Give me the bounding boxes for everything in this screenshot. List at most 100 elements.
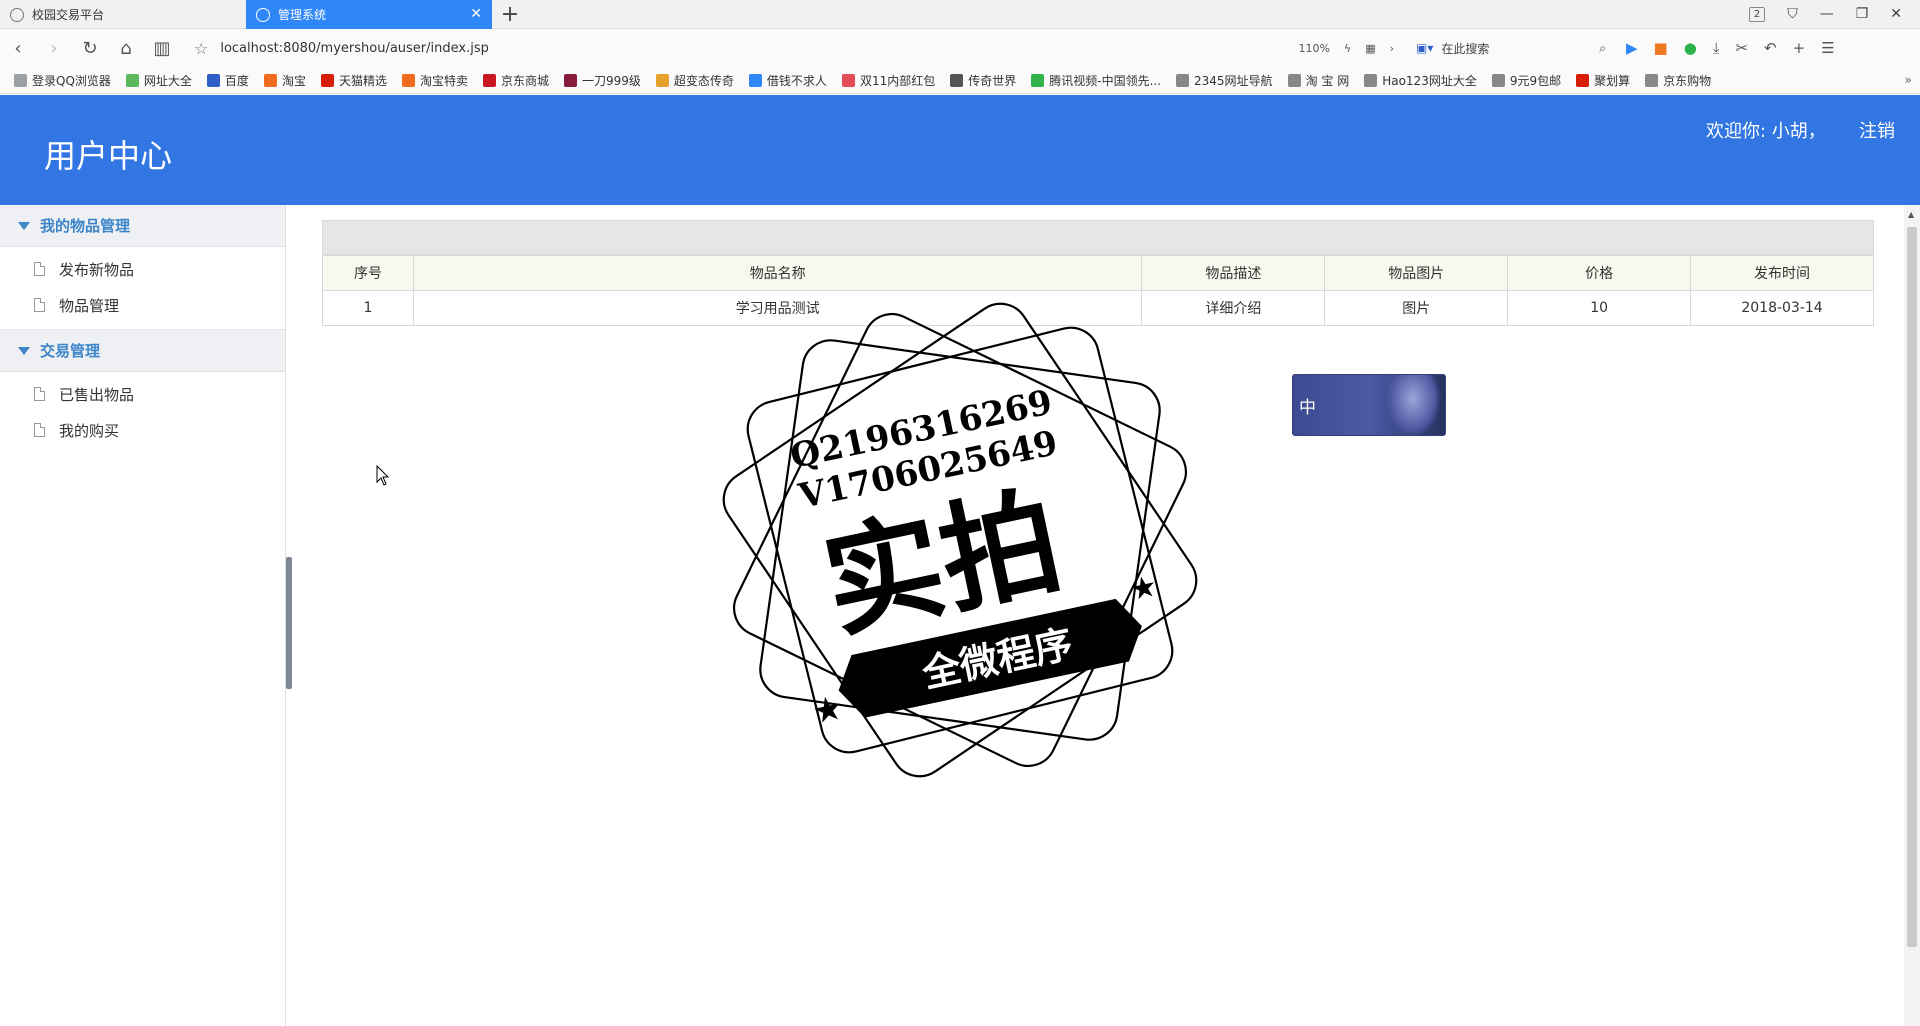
bookmark-item[interactable]: 借钱不求人 — [748, 72, 827, 89]
scrollbar-thumb[interactable] — [1907, 227, 1917, 947]
ime-skin-figure — [1385, 375, 1441, 435]
close-tab-icon[interactable]: ✕ — [470, 6, 482, 22]
bookmark-item[interactable]: 淘 宝 网 — [1287, 72, 1350, 89]
bookmark-label: 登录QQ浏览器 — [32, 73, 111, 88]
bookmark-label: 传奇世界 — [968, 73, 1017, 88]
bookmark-label: 淘 宝 网 — [1305, 73, 1350, 88]
bookmark-favicon-icon — [1645, 73, 1659, 87]
welcome-text: 欢迎你: 小胡， — [1706, 121, 1826, 142]
sidebar-item-publish[interactable]: 发布新物品 — [0, 251, 285, 287]
bookmark-label: 百度 — [224, 73, 249, 88]
bookmark-item[interactable]: 京东购物 — [1645, 72, 1711, 89]
sidebar-item-sold[interactable]: 已售出物品 — [0, 376, 285, 412]
bookmark-label: 京东商城 — [500, 73, 549, 88]
sidebar-group-label: 我的物品管理 — [40, 217, 131, 235]
back-icon[interactable]: ‹ — [0, 38, 36, 59]
minimize-icon[interactable]: — — [1820, 6, 1834, 22]
more-bookmarks-icon[interactable]: » — [1905, 73, 1912, 87]
ime-status-widget[interactable]: 中 — [1292, 374, 1446, 436]
bookmark-item[interactable]: 百度 — [206, 72, 249, 89]
camera-icon[interactable]: ■ — [1654, 39, 1668, 57]
bookmark-favicon-icon — [263, 73, 277, 87]
address-bar[interactable]: ☆ localhost:8080/myershou/auser/index.js… — [194, 39, 1394, 58]
wechat-icon[interactable]: ● — [1684, 39, 1697, 57]
table-toolbar — [322, 220, 1874, 255]
bookmark-item[interactable]: 登录QQ浏览器 — [14, 72, 111, 89]
star-icon: ★ — [1127, 568, 1161, 608]
sidebar-group-trade[interactable]: 交易管理 — [0, 330, 285, 372]
sidebar-item-manage[interactable]: 物品管理 — [0, 287, 285, 323]
browser-tab-admin[interactable]: 管理系统 ✕ — [246, 0, 492, 29]
sidebar-item-label: 发布新物品 — [59, 260, 135, 279]
search-box[interactable]: ▣▾ 在此搜索 ⌕ — [1416, 40, 1606, 57]
search-icon[interactable]: ⌕ — [1599, 41, 1606, 56]
chevron-right-icon[interactable]: › — [1390, 42, 1394, 55]
column-header: 发布时间 — [1690, 255, 1874, 291]
video-play-icon[interactable]: ▶ — [1626, 39, 1638, 57]
tab-label: 管理系统 — [278, 8, 327, 22]
reader-icon[interactable]: ▥ — [144, 38, 180, 59]
sidebar-group-label: 交易管理 — [40, 342, 101, 360]
home-icon[interactable]: ⌂ — [108, 38, 144, 59]
bookmark-item[interactable]: 2345网址导航 — [1176, 72, 1273, 89]
tab-label: 校园交易平台 — [32, 8, 105, 22]
bookmark-label: 腾讯视频-中国领先... — [1049, 73, 1162, 88]
bookmark-item[interactable]: 京东商城 — [482, 72, 549, 89]
bookmark-label: 一刀999级 — [582, 73, 641, 88]
zoom-level[interactable]: 110% — [1298, 42, 1329, 55]
bookmark-item[interactable]: 天猫精选 — [320, 72, 387, 89]
bookmark-favicon-icon — [14, 73, 27, 87]
bookmark-item[interactable]: 传奇世界 — [950, 72, 1016, 89]
star-icon[interactable]: ☆ — [194, 39, 208, 58]
bookmark-item[interactable]: 聚划算 — [1576, 72, 1630, 89]
sidebar-item-label: 物品管理 — [59, 296, 120, 315]
undo-icon[interactable]: ↶ — [1764, 39, 1777, 57]
sidebar-splitter-handle[interactable] — [286, 557, 292, 689]
bookmark-favicon-icon — [1491, 73, 1505, 87]
bookmark-item[interactable]: 淘宝特卖 — [401, 72, 468, 89]
bookmark-item[interactable]: 腾讯视频-中国领先... — [1031, 72, 1161, 89]
url-text: localhost:8080/myershou/auser/index.jsp — [220, 40, 489, 56]
bookmark-label: 2345网址导航 — [1194, 73, 1273, 88]
browser-tab-campus[interactable]: 校园交易平台 — [0, 0, 246, 29]
qr-icon[interactable]: ▦ — [1365, 42, 1375, 55]
tab-count-badge[interactable]: 2 — [1748, 6, 1766, 22]
bookmark-item[interactable]: Hao123网址大全 — [1364, 72, 1477, 89]
cell-publish-date: 2018-03-14 — [1690, 290, 1874, 326]
restore-icon[interactable]: ❐ — [1856, 6, 1869, 22]
page-scrollbar[interactable]: ▲ — [1904, 205, 1920, 1026]
search-placeholder: 在此搜索 — [1441, 41, 1490, 56]
download-icon[interactable]: ⤓ — [1713, 39, 1720, 57]
sidebar-item-purchases[interactable]: 我的购买 — [0, 412, 285, 448]
caret-down-icon — [18, 346, 30, 355]
close-window-icon[interactable]: ✕ — [1890, 6, 1902, 22]
bookmark-item[interactable]: 双11内部红包 — [841, 72, 935, 89]
menu-icon[interactable]: ☰ — [1821, 39, 1834, 57]
browser-tab-bar: 校园交易平台 管理系统 ✕ + 2 ⛉ — ❐ ✕ — [0, 0, 1920, 29]
bookmark-item[interactable]: 淘宝 — [263, 72, 306, 89]
lightning-icon[interactable]: ϟ — [1344, 42, 1351, 55]
new-tab-button[interactable]: + — [492, 0, 528, 28]
logout-link[interactable]: 注销 — [1859, 117, 1895, 143]
forward-icon[interactable]: › — [36, 38, 72, 59]
scissors-icon[interactable]: ✂ — [1735, 39, 1748, 57]
bookmark-label: 网址大全 — [143, 73, 192, 88]
search-engine-icon[interactable]: ▣▾ — [1416, 41, 1433, 55]
bookmark-item[interactable]: 一刀999级 — [564, 72, 641, 89]
bookmark-label: 9元9包邮 — [1509, 73, 1562, 88]
reload-icon[interactable]: ↻ — [72, 38, 108, 59]
sidebar-group-trade-list: 已售出物品 我的购买 — [0, 372, 285, 454]
sidebar-group-items[interactable]: 我的物品管理 — [0, 205, 285, 247]
cell-image-link[interactable]: 图片 — [1324, 290, 1509, 326]
scroll-up-icon[interactable]: ▲ — [1908, 210, 1914, 219]
add-icon[interactable]: + — [1793, 39, 1806, 57]
mouse-cursor-icon — [376, 465, 390, 486]
bookmark-favicon-icon — [401, 73, 415, 87]
bookmark-item[interactable]: 超变态传奇 — [655, 72, 734, 89]
bookmark-item[interactable]: 网址大全 — [125, 72, 192, 89]
column-header: 价格 — [1507, 255, 1692, 291]
cell-price: 10 — [1507, 290, 1692, 326]
bookmark-item[interactable]: 9元9包邮 — [1491, 72, 1562, 89]
bookmark-favicon-icon — [125, 73, 139, 87]
shirt-icon[interactable]: ⛉ — [1787, 6, 1798, 22]
